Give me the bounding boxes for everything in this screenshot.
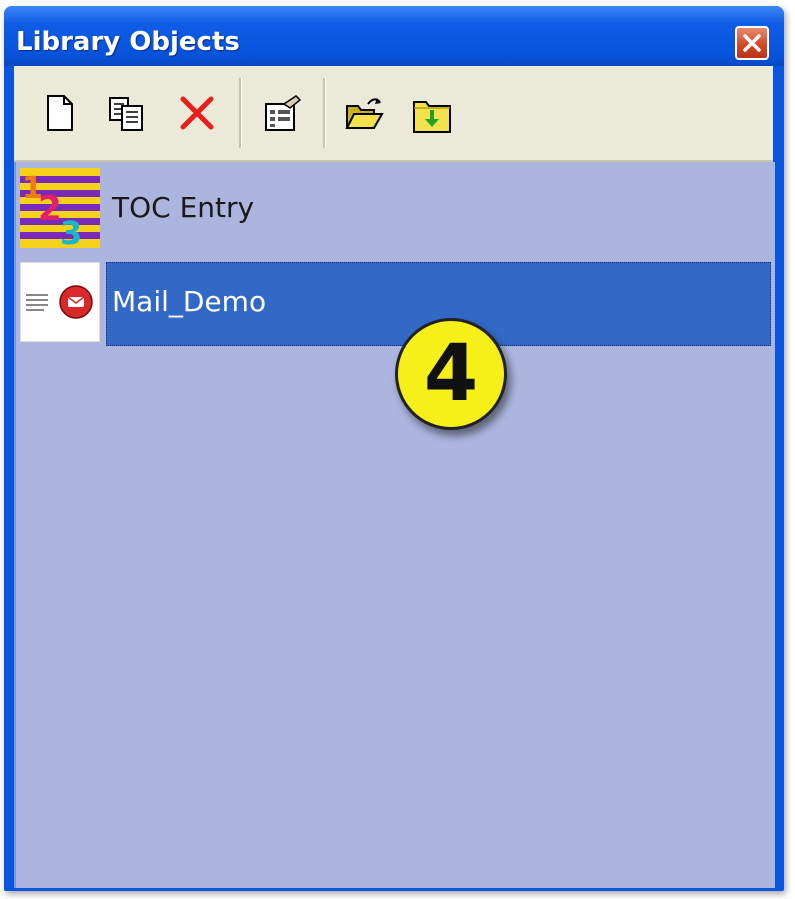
- toolbar-separator: [323, 78, 326, 148]
- list-item[interactable]: Mail_Demo: [16, 258, 775, 346]
- import-folder-icon: [413, 101, 451, 133]
- properties-icon: [265, 95, 302, 131]
- library-objects-window: Library Objects 1 2 3 TOC Entry Mail_Dem…: [4, 6, 784, 891]
- mail-demo-thumbnail: [19, 261, 101, 343]
- copy-button[interactable]: [106, 94, 144, 134]
- list-item-label: Mail_Demo: [112, 285, 267, 318]
- step-number-callout: 4: [395, 318, 507, 430]
- open-folder-icon: [345, 98, 384, 129]
- svg-text:2: 2: [38, 189, 62, 229]
- list-item[interactable]: 1 2 3 TOC Entry: [16, 164, 775, 252]
- window-title: Library Objects: [16, 27, 240, 57]
- import-button[interactable]: [410, 94, 451, 134]
- copy-icon: [109, 97, 143, 131]
- open-button[interactable]: [344, 94, 384, 134]
- close-button[interactable]: [735, 26, 769, 60]
- toolbar: [14, 66, 773, 162]
- new-button[interactable]: [40, 94, 78, 134]
- close-icon: [743, 34, 761, 52]
- callout-number: 4: [423, 329, 479, 419]
- new-document-icon: [47, 95, 73, 131]
- toolbar-separator: [239, 78, 242, 148]
- delete-icon: [180, 96, 214, 130]
- title-bar[interactable]: Library Objects: [4, 6, 784, 66]
- library-objects-list[interactable]: 1 2 3 TOC Entry Mail_Demo: [14, 162, 775, 888]
- delete-button[interactable]: [178, 94, 216, 134]
- svg-text:3: 3: [60, 214, 82, 248]
- toc-entry-thumbnail: 1 2 3: [20, 168, 100, 252]
- list-item-label: TOC Entry: [112, 191, 255, 224]
- properties-button[interactable]: [262, 94, 302, 134]
